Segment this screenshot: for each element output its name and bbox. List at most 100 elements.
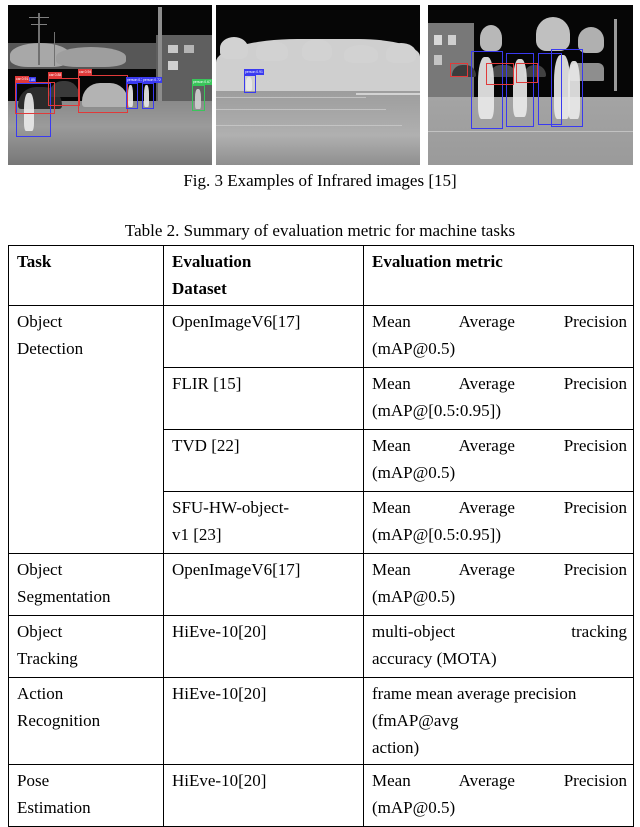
- detection-label: person 0.67: [192, 79, 212, 85]
- column-header-metric: Evaluation metric: [363, 245, 634, 306]
- metric-line2: (mAP@0.5): [372, 587, 456, 606]
- task-label-line2: Estimation: [17, 798, 91, 817]
- detection-label: person 0.72: [142, 77, 162, 83]
- task-label-line2: Recognition: [17, 711, 101, 730]
- tree-shape: [302, 39, 332, 61]
- table-row: Pose Estimation HiEve-10[20] Mean Averag…: [8, 764, 634, 827]
- metric-line2: (mAP@[0.5:0.95]): [372, 401, 501, 420]
- detection-box: car 0.94: [78, 69, 128, 113]
- metric-line1: Mean Average Precision: [372, 436, 627, 455]
- lane-marking: [216, 97, 366, 98]
- detection-box: person 0.72: [142, 77, 162, 109]
- table-row: Object Detection OpenImageV6[17] Mean Av…: [8, 305, 634, 554]
- metric-cell: Mean Average Precision (mAP@0.5): [363, 764, 634, 827]
- lane-marking: [216, 125, 402, 126]
- utility-pole-crossbar: [29, 17, 49, 18]
- task-label-line2: Tracking: [17, 649, 78, 668]
- highway-surface: [216, 91, 420, 165]
- task-cell-action-recognition: Action Recognition: [8, 677, 164, 765]
- task-label-line1: Object: [17, 622, 63, 641]
- detection-box: person 0.91: [244, 69, 264, 93]
- detection-label: car 0.91: [15, 76, 30, 82]
- dataset-cell: HiEve-10[20]: [163, 764, 364, 827]
- detection-label: car 0.88: [48, 72, 63, 78]
- building-window: [168, 45, 178, 53]
- utility-pole-crossbar: [31, 24, 47, 25]
- task-label-line2: Detection: [17, 339, 84, 358]
- task-label-line1: Object: [17, 312, 63, 331]
- table-row: Object Tracking HiEve-10[20] multi-objec…: [8, 615, 634, 678]
- task-cell-object-detection: Object Detection: [8, 305, 164, 554]
- metric-cell: Mean Average Precision (mAP@0.5): [363, 429, 634, 492]
- detection-label: person 0.91: [244, 69, 264, 75]
- light-pole: [158, 7, 162, 103]
- tree-shape: [344, 45, 378, 63]
- detection-box: [516, 63, 538, 83]
- metric-line1: Mean Average Precision: [372, 374, 627, 393]
- dataset-cell: OpenImageV6[17]: [163, 553, 364, 616]
- metric-cell: multi-object tracking accuracy (MOTA): [363, 615, 634, 678]
- column-header-dataset: Evaluation Dataset: [163, 245, 364, 306]
- metric-cell: frame mean average precision (fmAP@avg a…: [363, 677, 634, 765]
- column-header-task: Task: [8, 245, 164, 306]
- detection-box: person 0.67: [192, 79, 212, 111]
- evaluation-metric-table: Task Evaluation Dataset Evaluation metri…: [8, 245, 634, 827]
- task-label-line1: Pose: [17, 771, 50, 790]
- figure-caption: Fig. 3 Examples of Infrared images [15]: [183, 171, 457, 190]
- column-header-dataset-line1: Evaluation: [172, 252, 252, 271]
- utility-pole: [54, 32, 55, 66]
- metric-line2: accuracy (MOTA): [372, 649, 497, 668]
- dataset-cell: FLIR [15]: [163, 367, 364, 430]
- table-row: Object Segmentation OpenImageV6[17] Mean…: [8, 553, 634, 616]
- task-cell-object-segmentation: Object Segmentation: [8, 553, 164, 616]
- metric-line2: (mAP@0.5): [372, 798, 456, 817]
- tree-shape: [220, 37, 248, 59]
- building-window: [184, 45, 194, 53]
- metric-line1: Mean Average Precision: [372, 312, 627, 331]
- metric-cell: Mean Average Precision (mAP@[0.5:0.95]): [363, 491, 634, 554]
- dataset-line2: v1 [23]: [172, 525, 222, 544]
- task-cell-object-tracking: Object Tracking: [8, 615, 164, 678]
- tree-shape: [386, 43, 416, 63]
- dataset-cell: HiEve-10[20]: [163, 677, 364, 765]
- detection-box: person 0.76: [126, 77, 146, 109]
- metric-cell: Mean Average Precision (mAP@[0.5:0.95]): [363, 367, 634, 430]
- lane-marking: [216, 109, 386, 110]
- pavement-line: [428, 131, 633, 132]
- task-label-line1: Object: [17, 560, 63, 579]
- metric-cell: Mean Average Precision (mAP@0.5): [363, 553, 634, 616]
- metric-line1: frame mean average: [372, 684, 510, 703]
- metric-line2: (mAP@[0.5:0.95]): [372, 525, 501, 544]
- light-pole: [614, 19, 617, 91]
- detection-label: car 0.94: [78, 69, 93, 75]
- task-label-line2: Segmentation: [17, 587, 111, 606]
- table-caption: Table 2. Summary of evaluation metric fo…: [124, 221, 516, 240]
- palm-tree-shape: [480, 25, 502, 51]
- tree-shape: [56, 47, 126, 67]
- palm-tree-shape: [536, 17, 570, 51]
- metric-cell: Mean Average Precision (mAP@0.5): [363, 305, 634, 368]
- dataset-cell: OpenImageV6[17]: [163, 305, 364, 368]
- metric-line1: Mean Average Precision: [372, 498, 627, 517]
- detection-box: car 0.88: [48, 72, 80, 106]
- task-cell-pose-estimation: Pose Estimation: [8, 764, 164, 827]
- detection-box: [486, 63, 514, 85]
- metric-line3: action): [372, 738, 420, 757]
- building-window: [434, 35, 442, 45]
- table-row: Action Recognition HiEve-10[20] frame me…: [8, 677, 634, 765]
- infrared-image-highway: person 0.91: [216, 5, 420, 165]
- building-window: [168, 61, 178, 70]
- road-shoulder: [356, 93, 420, 95]
- metric-line1: multi-object tracking: [372, 622, 627, 641]
- dataset-cell: HiEve-10[20]: [163, 615, 364, 678]
- building-window: [434, 55, 442, 65]
- task-label-line1: Action: [17, 684, 64, 703]
- table-header-row: Task Evaluation Dataset Evaluation metri…: [8, 245, 634, 306]
- infrared-image-street: person 0.85 car 0.91 car 0.88 car 0.94 p…: [8, 5, 212, 165]
- metric-line1: Mean Average Precision: [372, 771, 627, 790]
- metric-line2: (mAP@0.5): [372, 463, 456, 482]
- infrared-figure-strip: person 0.85 car 0.91 car 0.88 car 0.94 p…: [0, 5, 640, 165]
- column-header-dataset-line2: Dataset: [172, 279, 227, 298]
- metric-line2: (mAP@0.5): [372, 339, 456, 358]
- metric-line1: Mean Average Precision: [372, 560, 627, 579]
